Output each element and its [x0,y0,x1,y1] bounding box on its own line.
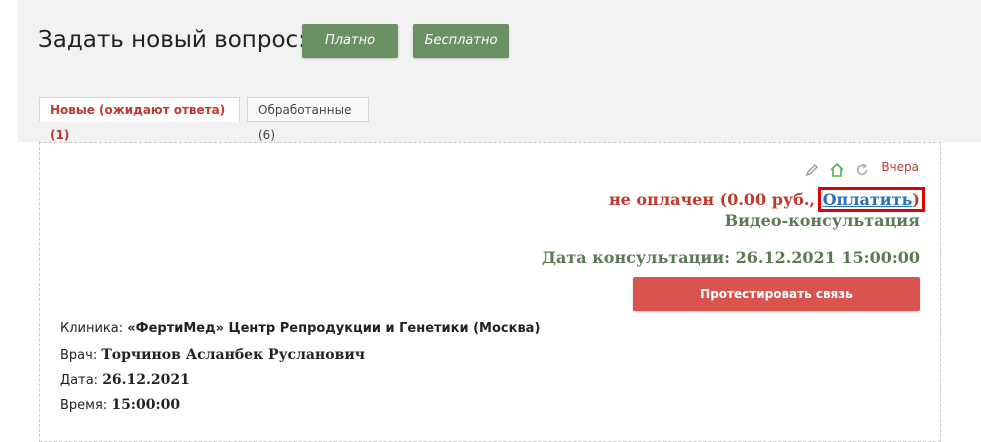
clinic-row: Клиника: «ФертиМед» Центр Репродукции и … [60,321,540,336]
payment-status: не оплачен (0.00 руб., Оплатить) [608,187,926,212]
consult-type: Видео-консультация [724,211,920,230]
date-row: Дата: 26.12.2021 [60,372,190,388]
question-panel: Задать новый вопрос: Платно Бесплатно Но… [18,0,981,142]
clinic-value: «ФертиМед» Центр Репродукции и Генетики … [127,321,541,336]
page-title: Задать новый вопрос: [38,27,306,53]
consultation-card: Вчера не оплачен (0.00 руб., Оплатить) В… [39,142,941,442]
tab-processed[interactable]: Обработанные (6) [247,97,369,142]
test-video-button[interactable]: Протестировать связь видеоконсультации [633,277,920,335]
free-button[interactable]: Бесплатно [413,24,509,58]
tab-new[interactable]: Новые (ожидают ответа) (1) [39,97,240,142]
pay-link[interactable]: Оплатить [823,190,913,209]
doctor-value: Торчинов Асланбек Русланович [101,347,365,363]
doctor-row: Врач: Торчинов Асланбек Русланович [60,347,365,363]
card-actions [800,159,870,177]
payment-status-close: ) [912,190,920,209]
pencil-icon[interactable] [804,162,820,178]
date-value: 26.12.2021 [102,372,190,388]
card-date-short: Вчера [881,160,919,174]
consult-date: Дата консультации: 26.12.2021 15:00:00 [541,248,920,267]
payment-status-text: не оплачен (0.00 руб., [608,190,821,209]
pay-link-highlight: Оплатить) [817,187,926,212]
time-label: Время: [60,398,108,413]
refresh-icon[interactable] [854,162,870,178]
home-icon[interactable] [829,162,845,178]
paid-button[interactable]: Платно [302,24,398,58]
time-row: Время: 15:00:00 [60,397,180,413]
doctor-label: Врач: [60,348,98,363]
clinic-label: Клиника: [60,321,124,336]
time-value: 15:00:00 [111,397,181,413]
date-label: Дата: [60,373,99,388]
